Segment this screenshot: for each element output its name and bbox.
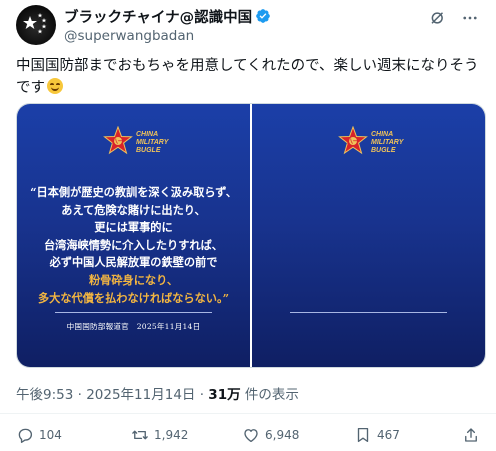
- reply-button[interactable]: 104: [16, 424, 62, 446]
- action-bar: 104 1,942 6,948 467: [16, 424, 480, 446]
- separator: ·: [195, 387, 209, 403]
- media-image-right[interactable]: 八一 CHINA MILITARY BUGLE: [252, 104, 485, 367]
- emblem-text: CHINA MILITARY BUGLE: [136, 131, 169, 154]
- red-star-emblem-icon: 八一: [103, 126, 133, 155]
- grok-icon[interactable]: [428, 8, 448, 28]
- view-count: 31万: [208, 387, 241, 403]
- separator: ·: [73, 387, 87, 403]
- divider-line: [55, 312, 212, 313]
- verified-badge-icon[interactable]: [255, 8, 271, 24]
- smiling-face-emoji-icon: [47, 78, 63, 94]
- svg-text:八一: 八一: [111, 139, 124, 146]
- share-icon: [465, 428, 477, 442]
- quote-block: “日本側が歴史の教訓を深く汲み取らず、 あえて危険な賭けに出たり、 更には軍事的…: [17, 184, 250, 307]
- tweet-header: ブラックチャイナ@認識中国 @superwangbadan: [64, 6, 484, 46]
- quote-line: 台湾海峡情勢に介入したりすれば、: [43, 237, 223, 252]
- like-count: 6,948: [265, 428, 300, 442]
- quote-source: 中国国防部報道官 2025年11月14日: [66, 322, 201, 331]
- reply-count: 104: [39, 428, 62, 442]
- bookmark-button[interactable]: 467: [354, 424, 400, 446]
- divider-line: [290, 312, 447, 313]
- tweet-date[interactable]: 2025年11月14日: [86, 387, 195, 403]
- quote-line: あえて危険な賭けに出たり、: [61, 202, 206, 217]
- svg-text:八一: 八一: [346, 139, 359, 146]
- repost-button[interactable]: 1,942: [131, 424, 188, 446]
- china-military-bugle-logo: 八一 CHINA MILITARY BUGLE: [338, 126, 417, 156]
- tweet-meta: 午後9:53 · 2025年11月14日 · 31万 件の表示: [16, 383, 299, 403]
- china-military-bugle-logo: 八一 CHINA MILITARY BUGLE: [103, 126, 182, 156]
- view-label: 件の表示: [240, 387, 299, 403]
- tweet-text: 中国国防部までおもちゃを用意してくれたので、楽しい週末になりそうです: [16, 55, 482, 99]
- bookmark-count: 467: [377, 428, 400, 442]
- media-grid[interactable]: 八一 CHINA MILITARY BUGLE “日本側が歴史の教訓を深く汲み取らず…: [16, 103, 486, 368]
- media-image-left[interactable]: 八一 CHINA MILITARY BUGLE “日本側が歴史の教訓を深く汲み取らず…: [17, 104, 250, 367]
- emblem-text: CHINA MILITARY BUGLE: [371, 131, 404, 154]
- handle[interactable]: @superwangbadan: [64, 28, 484, 44]
- like-button[interactable]: 6,948: [242, 424, 299, 446]
- tweet-time[interactable]: 午後9:53: [16, 387, 73, 403]
- share-button[interactable]: [462, 424, 485, 446]
- avatar-stars-icon: [23, 13, 47, 34]
- bookmark-icon: [357, 427, 369, 443]
- more-icon[interactable]: [460, 8, 480, 28]
- divider: [0, 413, 496, 414]
- quote-line: 更には軍事的に: [94, 220, 173, 235]
- quote-line: 必ず中国人民解放軍の鉄壁の前で: [49, 255, 218, 270]
- like-icon: [244, 429, 258, 443]
- quote-line-highlight: 粉骨砕身になり、: [88, 272, 179, 287]
- quote-line: “日本側が歴史の教訓を深く汲み取らず、: [30, 185, 237, 199]
- reply-icon: [18, 428, 33, 443]
- tweet-body: 中国国防部までおもちゃを用意してくれたので、楽しい週末になりそうです: [16, 58, 479, 96]
- repost-count: 1,942: [154, 428, 189, 442]
- red-star-emblem-icon: 八一: [338, 126, 368, 155]
- quote-line-highlight: 多大な代償を払わなければならない。”: [37, 290, 230, 305]
- display-name[interactable]: ブラックチャイナ@認識中国: [64, 6, 252, 27]
- repost-icon: [132, 430, 148, 440]
- avatar[interactable]: [16, 5, 56, 45]
